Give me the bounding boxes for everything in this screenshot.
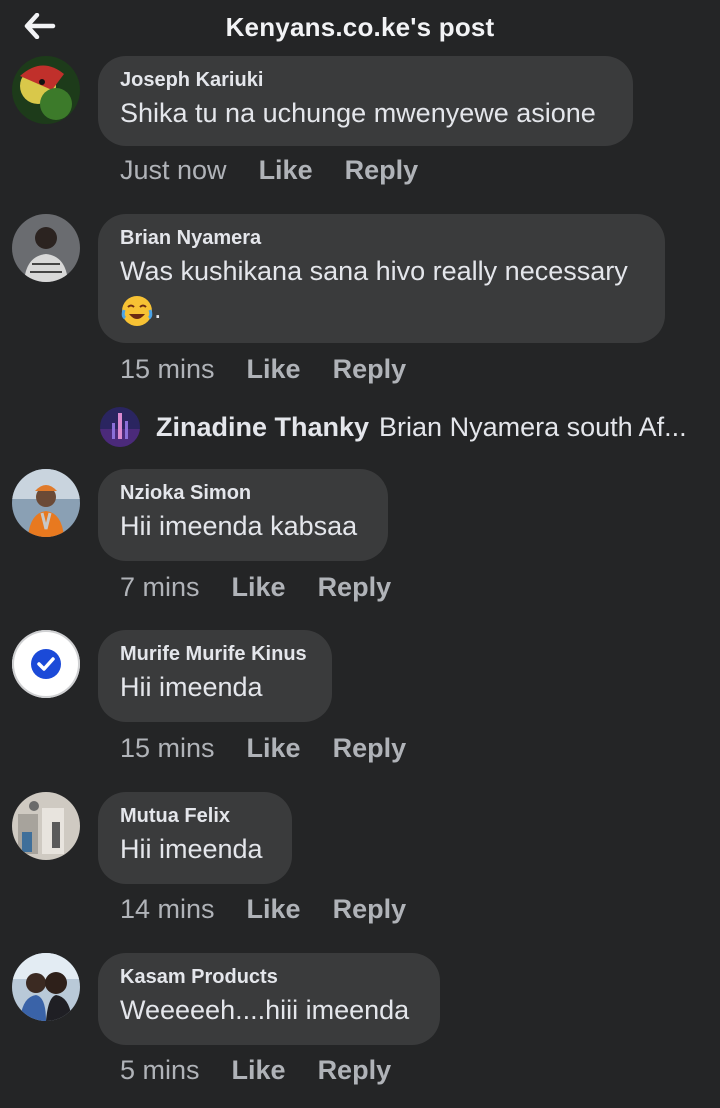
comment-time: 7 mins [120, 572, 200, 602]
comment-actions: 15 mins Like Reply [120, 354, 406, 385]
joy-emoji-icon [121, 295, 153, 326]
comment-text: Hii imeenda [120, 834, 263, 864]
comment-bubble[interactable]: Brian Nyamera Was kushikana sana hivo re… [98, 214, 665, 343]
reply-button[interactable]: Reply [318, 1055, 392, 1086]
comment-actions: Just now Like Reply [120, 155, 418, 186]
page-title: Kenyans.co.ke's post [225, 12, 495, 42]
avatar[interactable] [12, 630, 80, 698]
avatar[interactable] [12, 953, 80, 1021]
comment-text: Shika tu na uchunge mwenyewe asione [120, 98, 596, 128]
reply-button[interactable]: Reply [345, 155, 419, 186]
reply-preview[interactable]: Zinadine Thanky Brian Nyamera south Af..… [100, 404, 710, 450]
comment-actions: 15 mins Like Reply [120, 733, 406, 764]
like-button[interactable]: Like [247, 733, 301, 764]
comment-text: Hii imeenda [120, 672, 263, 702]
comment-text: Weeeeeh....hiii imeenda [120, 995, 410, 1025]
avatar[interactable] [12, 214, 80, 282]
top-bar: Kenyans.co.ke's post [0, 0, 720, 56]
comment-time: 5 mins [120, 1055, 200, 1085]
avatar[interactable] [100, 407, 140, 447]
comment-bubble[interactable]: Nzioka Simon Hii imeenda kabsaa [98, 469, 388, 561]
comment-text: Was kushikana sana hivo really necessary… [120, 252, 643, 328]
comment-bubble[interactable]: Kasam Products Weeeeeh....hiii imeenda [98, 953, 440, 1045]
comment-text-end: . [154, 294, 162, 324]
comment-author[interactable]: Murife Murife Kinus [120, 642, 310, 666]
reply-button[interactable]: Reply [318, 572, 392, 603]
comment-text: Hii imeenda kabsaa [120, 511, 358, 541]
like-button[interactable]: Like [232, 1055, 286, 1086]
comment-author[interactable]: Kasam Products [120, 965, 418, 989]
like-button[interactable]: Like [247, 354, 301, 385]
comment-actions: 5 mins Like Reply [120, 1055, 391, 1086]
comment-time: Just now [120, 155, 227, 185]
comment-author[interactable]: Mutua Felix [120, 804, 270, 828]
comment-text-line: Was kushikana sana hivo really necessary [120, 256, 628, 286]
comment-time: 15 mins [120, 733, 215, 763]
reply-button[interactable]: Reply [333, 354, 407, 385]
like-button[interactable]: Like [247, 894, 301, 925]
reply-text: Brian Nyamera south Af... [379, 411, 687, 442]
like-button[interactable]: Like [232, 572, 286, 603]
reply-author[interactable]: Zinadine Thanky [156, 412, 369, 443]
reply-button[interactable]: Reply [333, 894, 407, 925]
avatar[interactable] [12, 469, 80, 537]
avatar[interactable] [12, 56, 80, 124]
like-button[interactable]: Like [259, 155, 313, 186]
comment-bubble[interactable]: Joseph Kariuki Shika tu na uchunge mweny… [98, 56, 633, 146]
comment-author[interactable]: Brian Nyamera [120, 226, 643, 250]
comment-actions: 14 mins Like Reply [120, 894, 406, 925]
comment-actions: 7 mins Like Reply [120, 572, 391, 603]
comment-bubble[interactable]: Murife Murife Kinus Hii imeenda [98, 630, 332, 722]
avatar[interactable] [12, 792, 80, 860]
comment-author[interactable]: Nzioka Simon [120, 481, 366, 505]
check-circle-icon [31, 649, 61, 679]
comment-time: 15 mins [120, 354, 215, 384]
comment-time: 14 mins [120, 894, 215, 924]
comment-bubble[interactable]: Mutua Felix Hii imeenda [98, 792, 292, 884]
comment-author[interactable]: Joseph Kariuki [120, 68, 611, 92]
reply-button[interactable]: Reply [333, 733, 407, 764]
